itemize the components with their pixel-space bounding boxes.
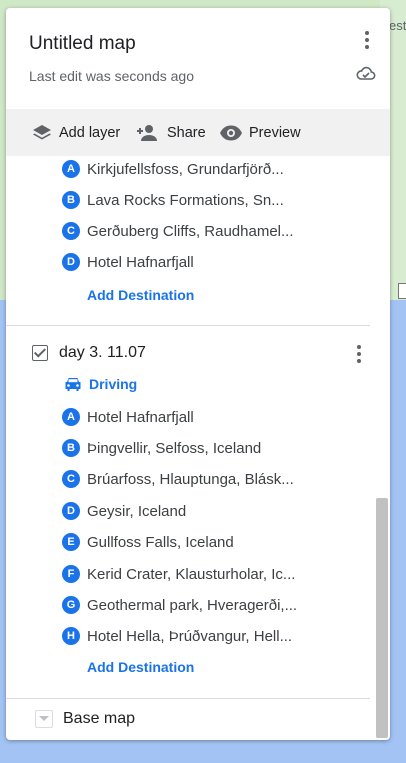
share-label: Share — [167, 124, 206, 141]
map-options-menu-icon[interactable] — [357, 28, 377, 52]
stop-marker-badge: A — [62, 408, 80, 426]
route-stop[interactable]: A Kirkjufellsfoss, Grundarfjörð... — [62, 158, 284, 180]
route-stop[interactable]: C Gerðuberg Cliffs, Raudhamel... — [62, 220, 294, 242]
base-map-label: Base map — [63, 710, 136, 727]
base-map-toggle[interactable]: Base map — [35, 710, 135, 728]
stop-label: Hotel Hafnarfjall — [87, 408, 194, 426]
route-stop[interactable]: A Hotel Hafnarfjall — [62, 406, 194, 428]
stop-label: Geysir, Iceland — [87, 502, 187, 520]
last-edit-status: Last edit was seconds ago — [29, 68, 194, 84]
add-destination-link[interactable]: Add Destination — [87, 287, 194, 303]
stop-marker-badge: C — [62, 470, 80, 488]
layer-divider — [6, 325, 370, 326]
stop-label: Brúarfoss, Hlauptunga, Blásk... — [87, 470, 294, 488]
route-stop[interactable]: B Lava Rocks Formations, Sn... — [62, 189, 284, 211]
map-marker[interactable] — [398, 283, 406, 299]
eye-icon — [220, 125, 242, 140]
layer-options-menu-icon[interactable] — [349, 342, 369, 366]
stop-marker-badge: C — [62, 222, 80, 240]
stop-label: Gerðuberg Cliffs, Raudhamel... — [87, 222, 294, 240]
chevron-down-icon — [35, 710, 53, 728]
stop-marker-badge: F — [62, 565, 80, 583]
add-layer-label: Add layer — [59, 124, 121, 141]
stop-label: Hotel Hafnarfjall — [87, 253, 194, 271]
stop-marker-badge: A — [62, 160, 80, 178]
cloud-saved-icon — [356, 66, 376, 80]
travel-mode-button[interactable]: Driving — [63, 376, 137, 392]
route-stop[interactable]: D Geysir, Iceland — [62, 500, 186, 522]
panel-header: Untitled map Last edit was seconds ago — [6, 8, 390, 108]
stop-label: Kirkjufellsfoss, Grundarfjörð... — [87, 160, 284, 178]
route-stop[interactable]: E Gullfoss Falls, Iceland — [62, 531, 234, 553]
panel-scrollbar[interactable] — [376, 498, 388, 738]
map-legend-panel: Untitled map Last edit was seconds ago A… — [6, 8, 390, 740]
route-stop[interactable]: G Geothermal park, Hveragerði,... — [62, 594, 297, 616]
stop-marker-badge: B — [62, 439, 80, 457]
preview-label: Preview — [249, 124, 301, 141]
stop-marker-badge: D — [62, 253, 80, 271]
layers-icon — [33, 124, 51, 139]
map-title[interactable]: Untitled map — [29, 33, 136, 55]
stop-marker-badge: E — [62, 533, 80, 551]
share-button[interactable]: Share — [135, 109, 206, 156]
route-stop[interactable]: H Hotel Hella, Þrúðvangur, Hell... — [62, 625, 292, 647]
stop-marker-badge: D — [62, 502, 80, 520]
route-stop[interactable]: D Hotel Hafnarfjall — [62, 251, 194, 273]
route-stop[interactable]: B Þingvellir, Selfoss, Iceland — [62, 437, 261, 459]
route-stop[interactable]: F Kerid Crater, Klausturholar, Ic... — [62, 563, 295, 585]
add-destination-link[interactable]: Add Destination — [87, 659, 194, 675]
travel-mode-label: Driving — [89, 376, 138, 392]
layer-name[interactable]: day 3. 11.07 — [59, 344, 146, 362]
stop-marker-badge: H — [62, 627, 80, 645]
route-stop[interactable]: C Brúarfoss, Hlauptunga, Blásk... — [62, 468, 294, 490]
stop-label: Hotel Hella, Þrúðvangur, Hell... — [87, 627, 293, 645]
car-icon — [65, 378, 81, 391]
layer-divider — [6, 698, 370, 699]
stop-label: Lava Rocks Formations, Sn... — [87, 191, 284, 209]
stop-label: Geothermal park, Hveragerði,... — [87, 596, 298, 614]
stop-label: Gullfoss Falls, Iceland — [87, 533, 234, 551]
stop-marker-badge: G — [62, 596, 80, 614]
layer-header: day 3. 11.07 — [32, 344, 146, 362]
add-layer-button[interactable]: Add layer — [31, 109, 120, 156]
add-person-icon — [137, 124, 157, 141]
stop-label: Kerid Crater, Klausturholar, Ic... — [87, 565, 296, 583]
map-label: est — [389, 18, 406, 33]
layer-visibility-checkbox[interactable] — [32, 345, 48, 361]
stop-label: Þingvellir, Selfoss, Iceland — [87, 439, 262, 457]
preview-button[interactable]: Preview — [219, 109, 301, 156]
panel-toolbar: Add layer Share Preview — [6, 109, 390, 156]
stop-marker-badge: B — [62, 191, 80, 209]
